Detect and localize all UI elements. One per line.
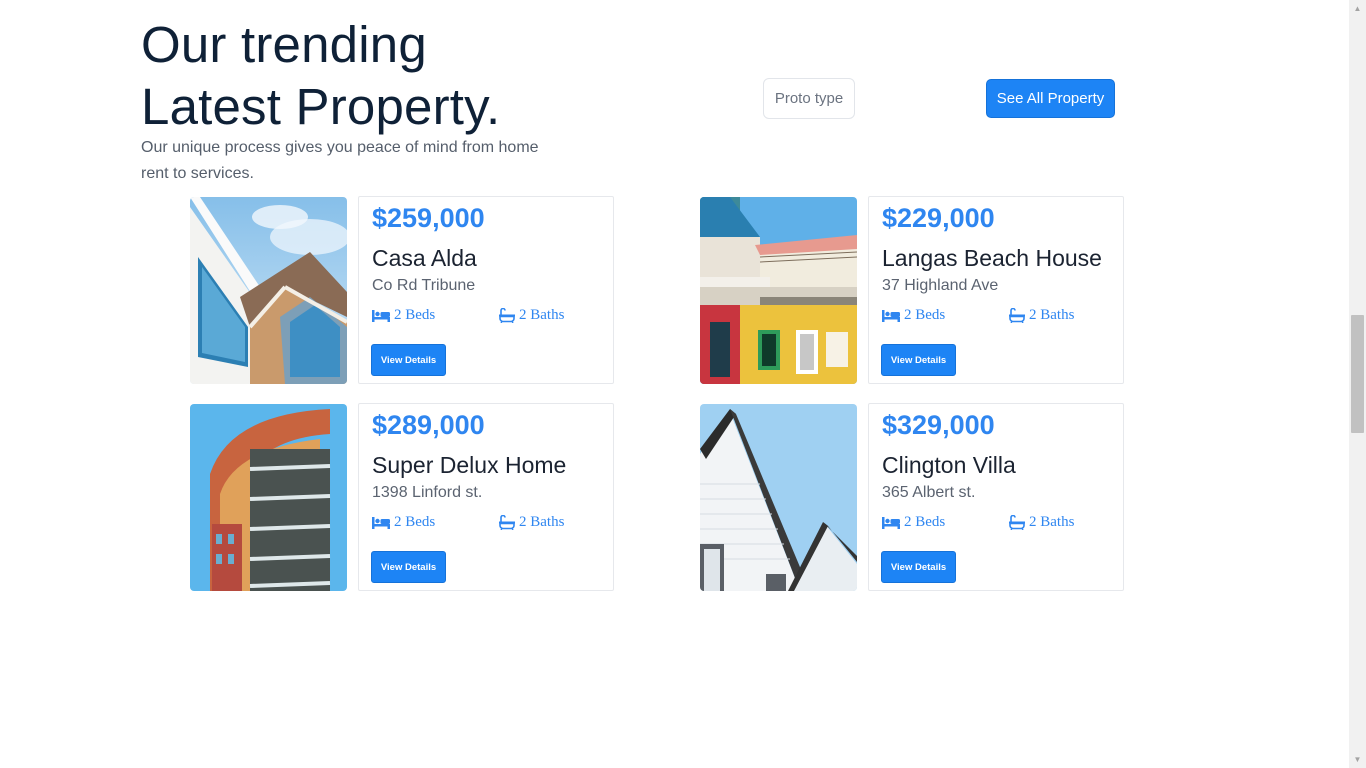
property-price: $289,000 xyxy=(372,410,485,440)
bed-icon xyxy=(882,516,900,529)
baths-feature: 2 Baths xyxy=(499,307,564,324)
property-name: Casa Alda xyxy=(372,245,477,271)
beds-label: 2 Beds xyxy=(904,307,946,323)
property-card-langas-beach-house: $229,000 Langas Beach House 37 Highland … xyxy=(868,196,1124,384)
bed-icon xyxy=(882,309,900,322)
property-name: Langas Beach House xyxy=(882,245,1102,271)
property-card-super-delux-home: $289,000 Super Delux Home 1398 Linford s… xyxy=(358,403,614,591)
scroll-up-arrow-icon[interactable]: ▲ xyxy=(1349,0,1366,17)
beds-feature: 2 Beds xyxy=(882,514,945,531)
baths-label: 2 Baths xyxy=(1029,307,1075,323)
property-card-casa-alda: $259,000 Casa Alda Co Rd Tribune 2 Beds … xyxy=(358,196,614,384)
section-title-line1: Our trending xyxy=(141,16,427,73)
see-all-property-button[interactable]: See All Property xyxy=(986,79,1115,118)
bathtub-icon xyxy=(499,515,515,530)
property-image-clington-villa[interactable] xyxy=(700,404,857,591)
baths-label: 2 Baths xyxy=(519,514,565,530)
vertical-scrollbar[interactable]: ▲ ▼ xyxy=(1349,0,1366,768)
baths-feature: 2 Baths xyxy=(499,514,564,531)
property-image-casa-alda[interactable] xyxy=(190,197,347,384)
view-details-button[interactable]: View Details xyxy=(371,344,446,376)
scroll-down-arrow-icon[interactable]: ▼ xyxy=(1349,751,1366,768)
property-price: $229,000 xyxy=(882,203,995,233)
section-title: Our trending Latest Property. xyxy=(141,14,500,138)
bed-icon xyxy=(372,516,390,529)
property-image-langas-beach-house[interactable] xyxy=(700,197,857,384)
beds-label: 2 Beds xyxy=(394,307,436,323)
section-title-line2: Latest Property. xyxy=(141,78,501,135)
beds-label: 2 Beds xyxy=(394,514,436,530)
baths-label: 2 Baths xyxy=(1029,514,1075,530)
property-price: $329,000 xyxy=(882,410,995,440)
property-address: Co Rd Tribune xyxy=(372,277,476,294)
beds-feature: 2 Beds xyxy=(372,307,435,324)
property-name: Clington Villa xyxy=(882,452,1016,478)
property-address: 365 Albert st. xyxy=(882,484,976,501)
bathtub-icon xyxy=(499,308,515,323)
property-image-super-delux-home[interactable] xyxy=(190,404,347,591)
bed-icon xyxy=(372,309,390,322)
view-details-button[interactable]: View Details xyxy=(371,551,446,583)
view-details-button[interactable]: View Details xyxy=(881,344,956,376)
baths-feature: 2 Baths xyxy=(1009,514,1074,531)
property-card-clington-villa: $329,000 Clington Villa 365 Albert st. 2… xyxy=(868,403,1124,591)
bathtub-icon xyxy=(1009,515,1025,530)
property-address: 37 Highland Ave xyxy=(882,277,999,294)
baths-feature: 2 Baths xyxy=(1009,307,1074,324)
beds-feature: 2 Beds xyxy=(882,307,945,324)
scrollbar-thumb[interactable] xyxy=(1351,315,1364,433)
property-type-select[interactable]: Proto type xyxy=(763,78,855,119)
section-subtitle: Our unique process gives you peace of mi… xyxy=(141,139,539,182)
view-details-button[interactable]: View Details xyxy=(881,551,956,583)
property-price: $259,000 xyxy=(372,203,485,233)
beds-label: 2 Beds xyxy=(904,514,946,530)
baths-label: 2 Baths xyxy=(519,307,565,323)
property-address: 1398 Linford st. xyxy=(372,484,483,501)
beds-feature: 2 Beds xyxy=(372,514,435,531)
bathtub-icon xyxy=(1009,308,1025,323)
property-name: Super Delux Home xyxy=(372,452,567,478)
